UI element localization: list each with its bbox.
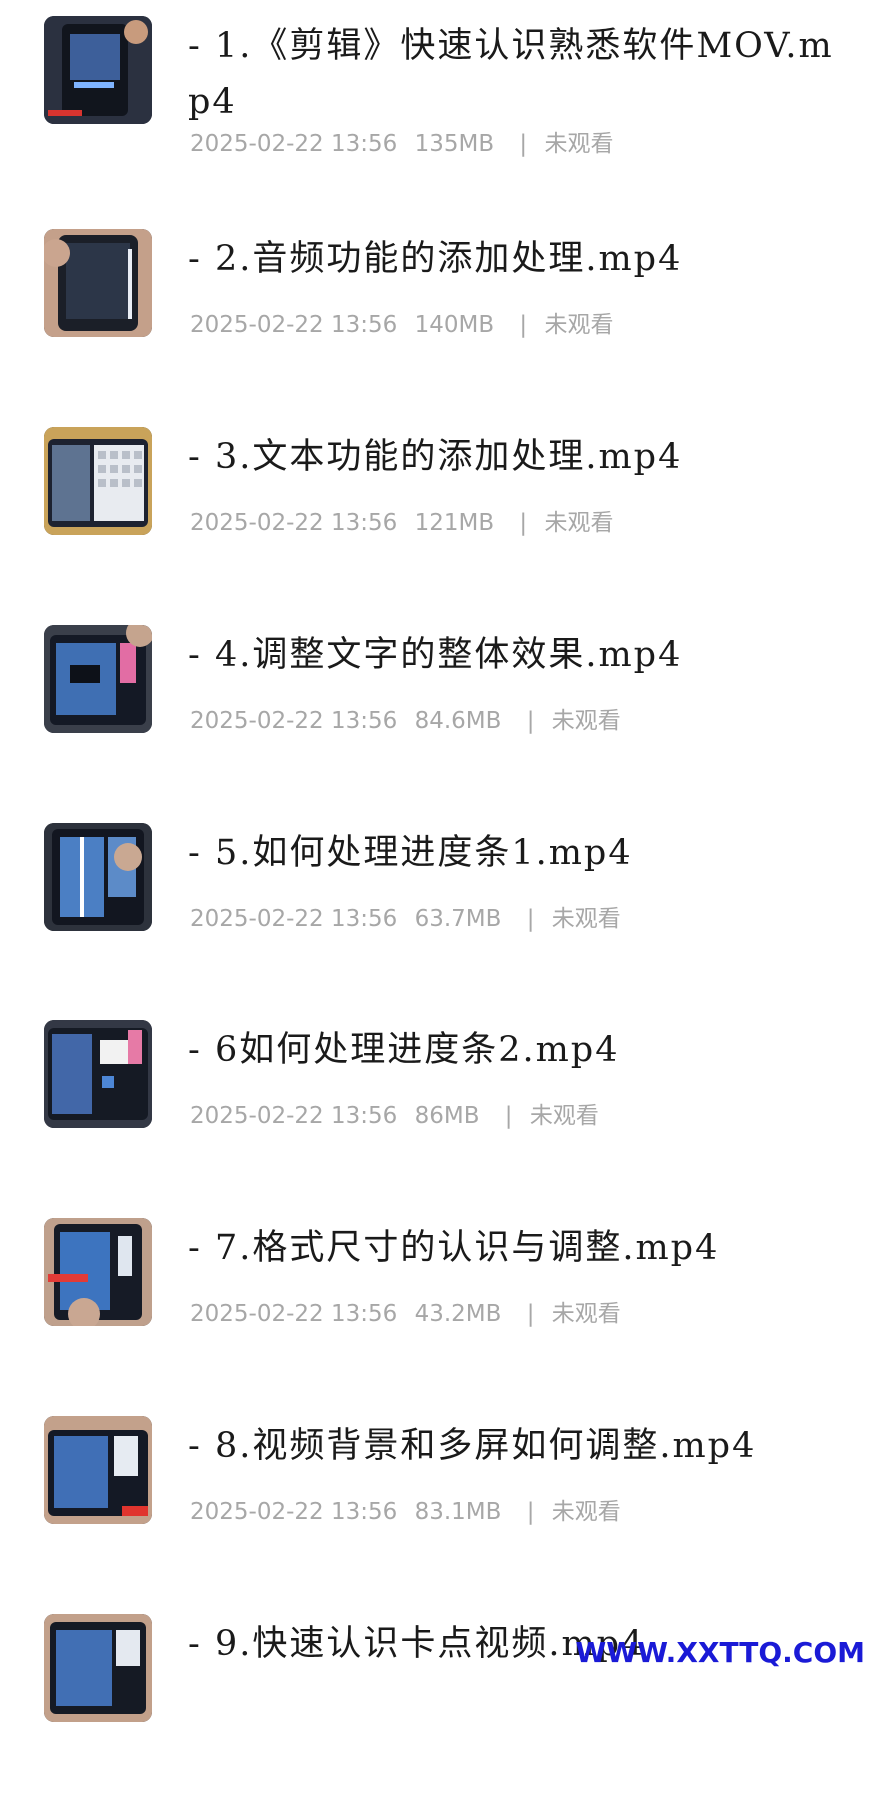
file-meta: 2025-02-22 13:56 83.1MB | 未观看 — [190, 1492, 631, 1526]
watch-status: 未观看 — [544, 312, 614, 338]
meta-separator: | — [526, 708, 535, 734]
file-date: 2025-02-22 13:56 — [190, 906, 398, 932]
list-item[interactable]: - 1.《剪辑》快速认识熟悉软件MOV.mp4 2025-02-22 13:56… — [0, 16, 873, 201]
list-item[interactable]: - 5.如何处理进度条1.mp4 2025-02-22 13:56 63.7MB… — [0, 823, 873, 1008]
list-item[interactable]: - 4.调整文字的整体效果.mp4 2025-02-22 13:56 84.6M… — [0, 625, 873, 810]
file-size: 83.1MB — [414, 1499, 502, 1525]
file-size: 140MB — [414, 312, 495, 338]
file-size: 135MB — [414, 131, 495, 157]
file-size: 84.6MB — [414, 708, 502, 734]
file-size: 43.2MB — [414, 1301, 502, 1327]
watch-status: 未观看 — [544, 510, 614, 536]
file-name[interactable]: - 5.如何处理进度条1.mp4 — [188, 825, 858, 881]
video-thumbnail-icon[interactable] — [44, 1218, 152, 1326]
file-date: 2025-02-22 13:56 — [190, 1499, 398, 1525]
watch-status: 未观看 — [529, 1103, 599, 1129]
list-item[interactable]: - 2.音频功能的添加处理.mp4 2025-02-22 13:56 140MB… — [0, 229, 873, 414]
video-thumbnail-icon[interactable] — [44, 229, 152, 337]
file-meta: 2025-02-22 13:56 121MB | 未观看 — [190, 503, 623, 537]
video-thumbnail-icon[interactable] — [44, 823, 152, 931]
file-meta: 2025-02-22 13:56 43.2MB | 未观看 — [190, 1294, 631, 1328]
file-name[interactable]: - 6如何处理进度条2.mp4 — [188, 1022, 858, 1078]
meta-separator: | — [519, 312, 528, 338]
watch-status: 未观看 — [544, 131, 614, 157]
meta-separator: | — [526, 906, 535, 932]
file-date: 2025-02-22 13:56 — [190, 131, 398, 157]
watch-status: 未观看 — [551, 1301, 621, 1327]
video-thumbnail-icon[interactable] — [44, 1416, 152, 1524]
video-thumbnail-icon[interactable] — [44, 427, 152, 535]
file-name[interactable]: - 1.《剪辑》快速认识熟悉软件MOV.mp4 — [188, 18, 858, 130]
file-meta: 2025-02-22 13:56 135MB | 未观看 — [190, 124, 623, 158]
file-name[interactable]: - 3.文本功能的添加处理.mp4 — [188, 429, 858, 485]
video-thumbnail-icon[interactable] — [44, 625, 152, 733]
file-date: 2025-02-22 13:56 — [190, 312, 398, 338]
watch-status: 未观看 — [551, 906, 621, 932]
file-name[interactable]: - 4.调整文字的整体效果.mp4 — [188, 627, 858, 683]
file-meta: 2025-02-22 13:56 84.6MB | 未观看 — [190, 701, 631, 735]
file-date: 2025-02-22 13:56 — [190, 510, 398, 536]
file-date: 2025-02-22 13:56 — [190, 1103, 398, 1129]
file-size: 86MB — [414, 1103, 480, 1129]
watch-status: 未观看 — [551, 708, 621, 734]
file-date: 2025-02-22 13:56 — [190, 708, 398, 734]
meta-separator: | — [504, 1103, 513, 1129]
list-item[interactable]: - 6如何处理进度条2.mp4 2025-02-22 13:56 86MB | … — [0, 1020, 873, 1205]
file-date: 2025-02-22 13:56 — [190, 1301, 398, 1327]
file-size: 63.7MB — [414, 906, 502, 932]
watermark-text: WWW.XXTTQ.COM — [575, 1636, 865, 1669]
video-thumbnail-icon[interactable] — [44, 1020, 152, 1128]
video-thumbnail-icon[interactable] — [44, 1614, 152, 1722]
file-size: 121MB — [414, 510, 495, 536]
file-name[interactable]: - 8.视频背景和多屏如何调整.mp4 — [188, 1418, 858, 1474]
list-item[interactable]: - 7.格式尺寸的认识与调整.mp4 2025-02-22 13:56 43.2… — [0, 1218, 873, 1403]
meta-separator: | — [526, 1499, 535, 1525]
file-meta: 2025-02-22 13:56 140MB | 未观看 — [190, 305, 623, 339]
list-item[interactable]: - 3.文本功能的添加处理.mp4 2025-02-22 13:56 121MB… — [0, 427, 873, 612]
file-name[interactable]: - 7.格式尺寸的认识与调整.mp4 — [188, 1220, 858, 1276]
watch-status: 未观看 — [551, 1499, 621, 1525]
file-meta: 2025-02-22 13:56 86MB | 未观看 — [190, 1096, 609, 1130]
meta-separator: | — [526, 1301, 535, 1327]
meta-separator: | — [519, 510, 528, 536]
list-item[interactable]: - 8.视频背景和多屏如何调整.mp4 2025-02-22 13:56 83.… — [0, 1416, 873, 1601]
meta-separator: | — [519, 131, 528, 157]
video-thumbnail-icon[interactable] — [44, 16, 152, 124]
file-meta: 2025-02-22 13:56 63.7MB | 未观看 — [190, 899, 631, 933]
file-name[interactable]: - 2.音频功能的添加处理.mp4 — [188, 231, 858, 287]
